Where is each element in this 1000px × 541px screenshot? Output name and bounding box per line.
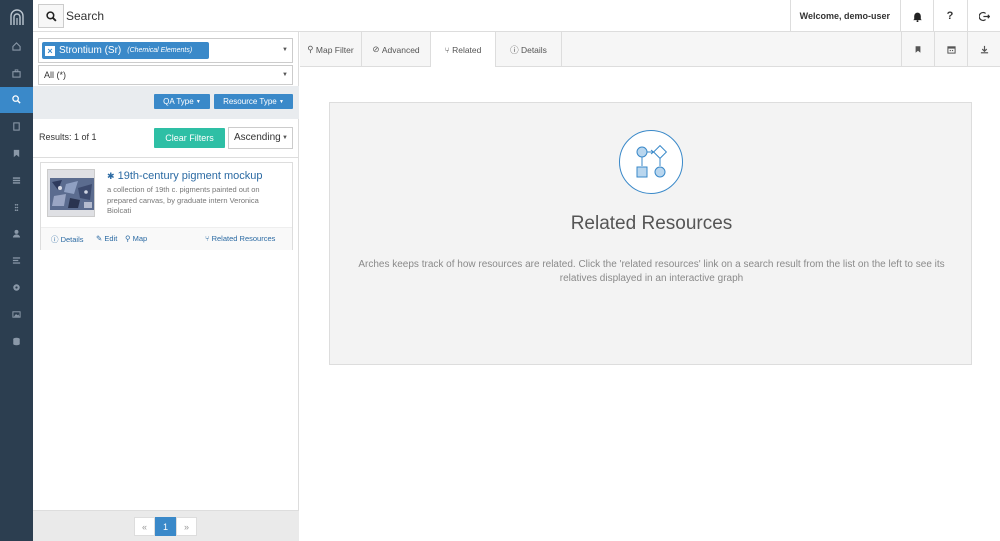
caret-down-icon: ▼ [195,98,201,105]
branch-icon: ⑂ [205,234,210,243]
tab-advanced-label: Advanced [381,44,420,55]
map-label: Map [132,234,148,243]
pigment-image [48,170,94,216]
export-button[interactable] [967,32,1000,67]
notifications-button[interactable] [900,0,933,32]
search-label[interactable]: Search [66,9,104,23]
chevron-down-icon[interactable]: ▼ [282,47,288,53]
map-link[interactable]: ⚲ Map [125,234,147,243]
info-icon: ⓘ [51,235,59,244]
resource-type-label: Resource Type [223,97,277,106]
info-icon: ⓘ [510,44,519,55]
term-filter-select[interactable]: × Strontium (Sr) (Chemical Elements) ▼ [38,38,293,63]
check-circle-icon: ⊘ [372,44,380,54]
resource-type-icon: ✱ [107,171,115,181]
details-link[interactable]: ⓘ Details [51,234,84,245]
top-bar: Search Welcome, demo-user ? [33,0,1000,32]
search-tabs: ⚲ Map Filter ⊘ Advanced ⑂ Related ⓘ Deta… [300,32,1000,68]
graph-icon [619,130,683,194]
next-page-button[interactable]: » [176,517,197,536]
tab-related-label: Related [452,45,482,55]
related-resources-placeholder: Related Resources Arches keeps track of … [329,102,972,365]
details-label: Details [60,235,84,244]
arches-logo-icon [9,8,24,25]
chevron-down-icon: ▼ [282,135,288,141]
help-button[interactable]: ? [933,0,966,32]
logout-button[interactable] [967,0,1000,32]
tab-details[interactable]: ⓘ Details [496,32,562,67]
saved-searches-button[interactable] [901,32,934,67]
results-count: Results: 1 of 1 [39,132,97,142]
filter-chip-name: Strontium (Sr) [59,45,122,56]
resource-type-dropdown[interactable]: Resource Type ▼ [214,94,293,109]
result-card: ✱ 19th-century pigment mockup a collecti… [40,162,293,250]
related-resources-title: Related Resources [570,213,733,234]
tab-map-filter[interactable]: ⚲ Map Filter [300,32,362,67]
welcome-user-menu[interactable]: Welcome, demo-user [789,0,899,32]
map-marker-icon: ⚲ [125,234,131,243]
sort-order-select[interactable]: Ascending ▼ [228,127,293,149]
nav-grip-icon[interactable] [0,194,33,221]
nav-home-icon[interactable] [0,33,33,60]
remove-filter-icon[interactable]: × [45,45,55,56]
nav-text-icon[interactable] [0,247,33,274]
nav-database-icon[interactable] [0,328,33,355]
nav-bookmark-icon[interactable] [0,140,33,167]
related-resources-description: Arches keeps track of how resources are … [358,259,945,284]
tab-details-label: Details [520,44,547,55]
results-header: Results: 1 of 1 Clear Filters Ascending … [33,122,299,158]
caret-down-icon: ▼ [278,98,284,105]
related-resources-view: Related Resources Arches keeps track of … [300,67,1000,541]
nav-document-icon[interactable] [0,113,33,140]
tab-advanced[interactable]: ⊘ Advanced [362,32,431,67]
help-icon: ? [946,10,954,22]
branch-icon: ⑂ [444,45,450,55]
calendar-icon [946,46,956,54]
page-1-button[interactable]: 1 [155,517,176,536]
related-label: Related Resources [211,234,276,243]
result-actions: ⓘ Details ✎ Edit ⚲ Map ⑂ Related Resourc… [41,227,292,250]
download-icon [980,45,988,54]
nav-image-icon[interactable] [0,301,33,328]
sign-out-icon [978,11,990,21]
nav-list-icon[interactable] [0,167,33,194]
pagination: « 1 » [33,510,299,541]
bell-icon [912,12,922,22]
filter-toolbar: QA Type ▼ Resource Type ▼ [33,86,299,119]
edit-link[interactable]: ✎ Edit [96,234,117,243]
map-marker-icon: ⚲ [307,44,314,54]
search-scope-select[interactable]: All (*) ▼ [38,65,293,85]
filter-chip[interactable]: × Strontium (Sr) (Chemical Elements) [42,42,209,59]
nav-settings-icon[interactable] [0,274,33,301]
clear-filters-button[interactable]: Clear Filters [154,128,225,148]
sort-order-value: Ascending [234,132,281,143]
bookmark-icon [915,46,921,53]
qa-type-label: QA Type [163,97,194,106]
result-thumbnail[interactable] [47,169,95,217]
prev-page-button[interactable]: « [134,517,155,536]
nav-search-icon[interactable] [0,86,33,114]
result-title-text: 19th-century pigment mockup [117,170,263,182]
result-description: a collection of 19th c. pigments painted… [107,185,260,215]
search-scope-value: All (*) [44,70,66,80]
qa-type-dropdown[interactable]: QA Type ▼ [154,94,210,109]
related-resources-link[interactable]: ⑂ Related Resources [205,234,275,243]
time-filter-button[interactable] [934,32,967,67]
search-button[interactable] [38,4,64,28]
filter-chip-category: (Chemical Elements) [127,47,193,54]
search-icon [45,10,57,22]
pencil-icon: ✎ [96,234,103,243]
nav-user-icon[interactable] [0,221,33,248]
arches-logo[interactable] [0,0,33,33]
nav-briefcase-icon[interactable] [0,60,33,87]
result-title[interactable]: ✱ 19th-century pigment mockup [107,170,263,182]
edit-label: Edit [104,234,118,243]
chevron-down-icon[interactable]: ▼ [282,66,288,84]
tab-map-filter-label: Map Filter [315,44,354,55]
side-nav [0,0,33,541]
tab-related[interactable]: ⑂ Related [431,32,496,68]
search-results-panel: × Strontium (Sr) (Chemical Elements) ▼ A… [33,32,299,541]
